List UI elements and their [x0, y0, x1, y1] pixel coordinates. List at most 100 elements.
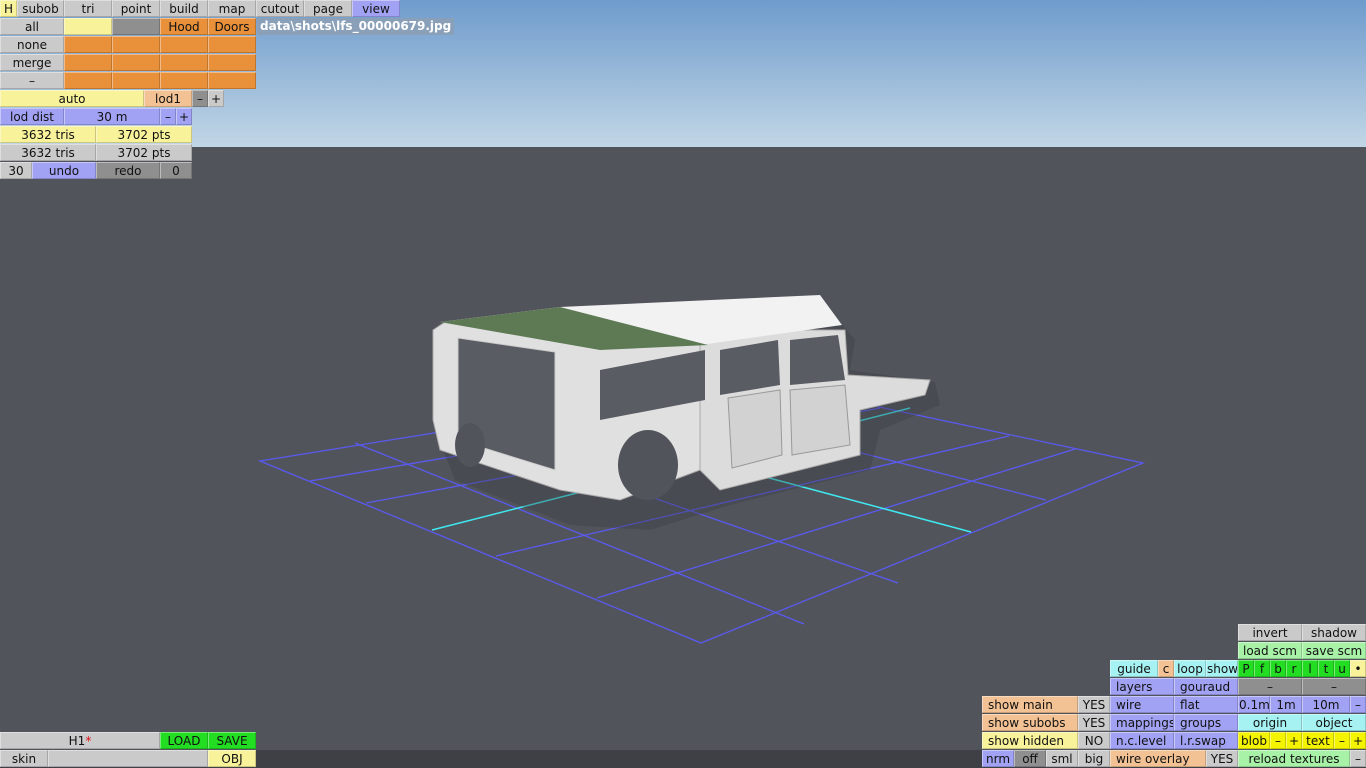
- tris2-button[interactable]: 3632 tris: [0, 144, 96, 161]
- show-main-button[interactable]: show main: [982, 696, 1078, 713]
- subobject-slot[interactable]: [64, 54, 112, 71]
- bk-button[interactable]: b: [1270, 660, 1286, 677]
- subobject-slot[interactable]: [64, 36, 112, 53]
- lod-plus-button[interactable]: +: [208, 90, 224, 107]
- dash-button[interactable]: –: [0, 72, 64, 89]
- lod1-button[interactable]: lod1: [144, 90, 192, 107]
- point-button[interactable]: point: [112, 0, 160, 17]
- doors-button[interactable]: Doors: [208, 18, 256, 35]
- tris1-button[interactable]: 3632 tris: [0, 126, 96, 143]
- groups-button[interactable]: groups: [1174, 714, 1238, 731]
- nc-level-button[interactable]: n.c.level: [1110, 732, 1174, 749]
- guide-button[interactable]: guide: [1110, 660, 1158, 677]
- show-subobs-button[interactable]: show subobs: [982, 714, 1078, 731]
- build-button[interactable]: build: [160, 0, 208, 17]
- c-button[interactable]: c: [1158, 660, 1174, 677]
- lod-dist-minus-button[interactable]: –: [160, 108, 176, 125]
- subobject-slot[interactable]: [208, 54, 256, 71]
- u-button[interactable]: u: [1334, 660, 1350, 677]
- reload-textures-button[interactable]: reload textures: [1238, 750, 1350, 767]
- wire-overlay-val-button[interactable]: YES: [1206, 750, 1238, 767]
- h-button[interactable]: H: [0, 0, 17, 17]
- subobject-slot[interactable]: [208, 72, 256, 89]
- subobject-slot[interactable]: [160, 72, 208, 89]
- object-button[interactable]: object: [1302, 714, 1366, 731]
- lod-dist-button[interactable]: lod dist: [0, 108, 64, 125]
- p-button[interactable]: P: [1238, 660, 1254, 677]
- wire-button[interactable]: wire: [1110, 696, 1174, 713]
- lr-swap-button[interactable]: l.r.swap: [1174, 732, 1238, 749]
- lf-button[interactable]: l: [1302, 660, 1318, 677]
- reload-minus-button[interactable]: –: [1350, 750, 1366, 767]
- m01-button[interactable]: 0.1m: [1238, 696, 1270, 713]
- origin-button[interactable]: origin: [1238, 714, 1302, 731]
- cutout-button[interactable]: cutout: [256, 0, 304, 17]
- lod-dist-value-button[interactable]: 30 m: [64, 108, 160, 125]
- all-button[interactable]: all: [0, 18, 64, 35]
- shadow-button[interactable]: shadow: [1302, 624, 1366, 641]
- subobject-slot[interactable]: [64, 72, 112, 89]
- text-plus-button[interactable]: +: [1350, 732, 1366, 749]
- nrm-button[interactable]: nrm: [982, 750, 1014, 767]
- t-button[interactable]: t: [1318, 660, 1334, 677]
- save-button[interactable]: SAVE: [208, 732, 256, 749]
- auto-button[interactable]: auto: [0, 90, 144, 107]
- sel-gray-button[interactable]: [112, 18, 160, 35]
- undo-button[interactable]: undo: [32, 162, 96, 179]
- skin-button[interactable]: skin: [0, 750, 48, 767]
- dash2-button[interactable]: –: [1302, 678, 1366, 695]
- m10-button[interactable]: 10m: [1302, 696, 1350, 713]
- hood-button[interactable]: Hood: [160, 18, 208, 35]
- subobject-slot[interactable]: [160, 54, 208, 71]
- m1-button[interactable]: 1m: [1270, 696, 1302, 713]
- dash1-button[interactable]: –: [1238, 678, 1302, 695]
- f-button[interactable]: f: [1254, 660, 1270, 677]
- map-button[interactable]: map: [208, 0, 256, 17]
- loop-button[interactable]: loop: [1174, 660, 1206, 677]
- h1-button[interactable]: H1*: [0, 732, 160, 749]
- skin-field-button[interactable]: [48, 750, 208, 767]
- layers-button[interactable]: layers: [1110, 678, 1174, 695]
- subobject-slot[interactable]: [112, 54, 160, 71]
- redo-count-button[interactable]: 0: [160, 162, 192, 179]
- big-button[interactable]: big: [1078, 750, 1110, 767]
- gouraud-button[interactable]: gouraud: [1174, 678, 1238, 695]
- show-button[interactable]: show: [1206, 660, 1238, 677]
- subob-button[interactable]: subob: [17, 0, 64, 17]
- subobject-slot[interactable]: [160, 36, 208, 53]
- sel-yellow-button[interactable]: [64, 18, 112, 35]
- show-subobs-val-button[interactable]: YES: [1078, 714, 1110, 731]
- subobject-slot[interactable]: [112, 36, 160, 53]
- pts2-button[interactable]: 3702 pts: [96, 144, 192, 161]
- obj-button[interactable]: OBJ: [208, 750, 256, 767]
- load-scm-button[interactable]: load scm: [1238, 642, 1302, 659]
- lod-dist-plus-button[interactable]: +: [176, 108, 192, 125]
- show-hidden-val-button[interactable]: NO: [1078, 732, 1110, 749]
- text-button[interactable]: text: [1302, 732, 1334, 749]
- load-button[interactable]: LOAD: [160, 732, 208, 749]
- off-button[interactable]: off: [1014, 750, 1046, 767]
- view-button[interactable]: view: [352, 0, 400, 17]
- undo-count-button[interactable]: 30: [0, 162, 32, 179]
- blob-button[interactable]: blob: [1238, 732, 1270, 749]
- page-button[interactable]: page: [304, 0, 352, 17]
- mappings-button[interactable]: mappings: [1110, 714, 1174, 731]
- show-main-val-button[interactable]: YES: [1078, 696, 1110, 713]
- dot-button[interactable]: •: [1350, 660, 1366, 677]
- r-button[interactable]: r: [1286, 660, 1302, 677]
- text-minus-button[interactable]: –: [1334, 732, 1350, 749]
- sml-button[interactable]: sml: [1046, 750, 1078, 767]
- invert-button[interactable]: invert: [1238, 624, 1302, 641]
- m-minus-button[interactable]: –: [1350, 696, 1366, 713]
- none-button[interactable]: none: [0, 36, 64, 53]
- blob-plus-button[interactable]: +: [1286, 732, 1302, 749]
- lod-minus-button[interactable]: –: [192, 90, 208, 107]
- save-scm-button[interactable]: save scm: [1302, 642, 1366, 659]
- pts1-button[interactable]: 3702 pts: [96, 126, 192, 143]
- flat-button[interactable]: flat: [1174, 696, 1238, 713]
- tri-button[interactable]: tri: [64, 0, 112, 17]
- show-hidden-button[interactable]: show hidden: [982, 732, 1078, 749]
- subobject-slot[interactable]: [112, 72, 160, 89]
- merge-button[interactable]: merge: [0, 54, 64, 71]
- blob-minus-button[interactable]: –: [1270, 732, 1286, 749]
